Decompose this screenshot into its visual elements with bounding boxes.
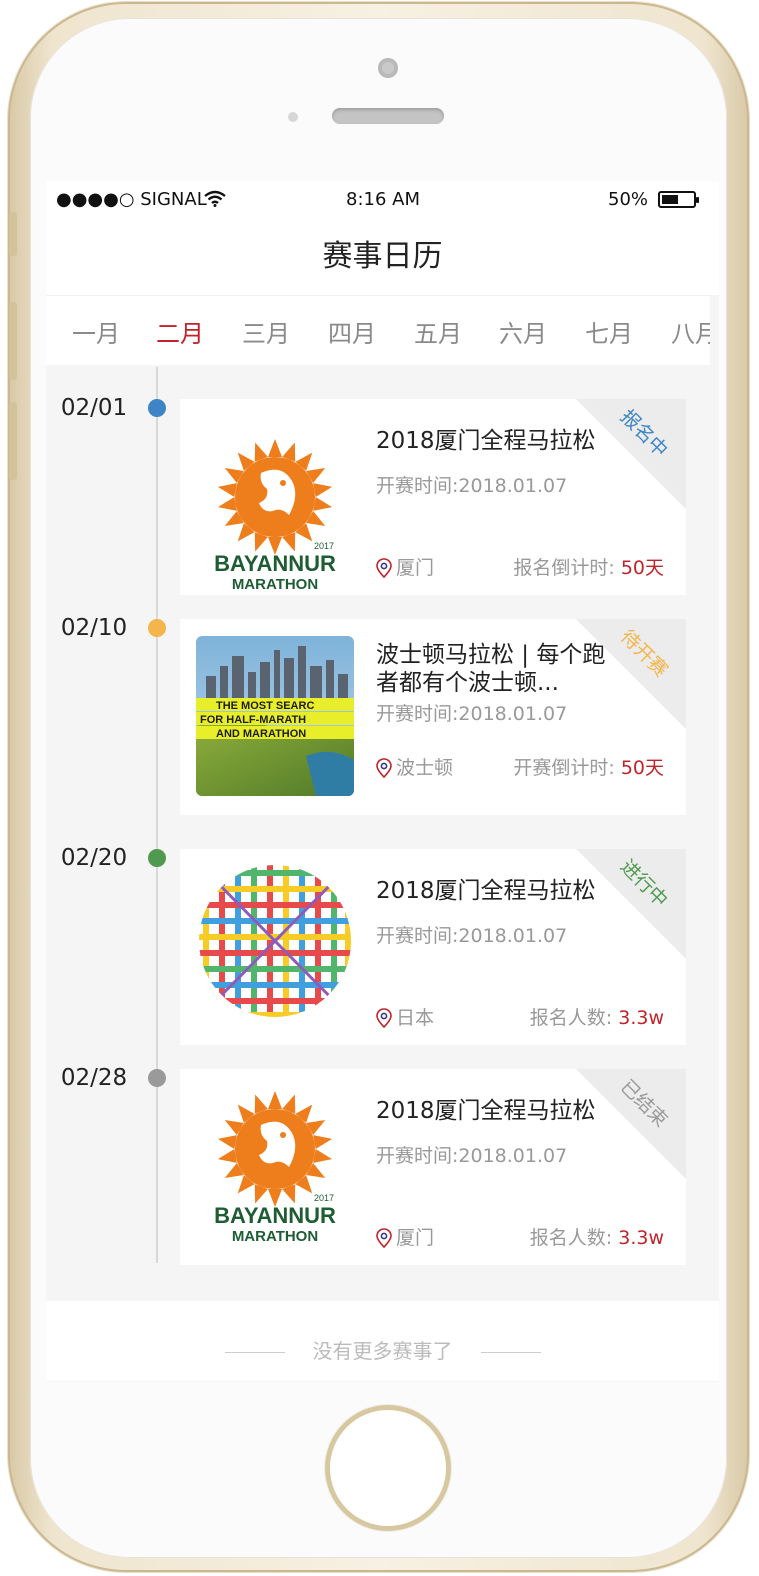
svg-text:2017: 2017 [314, 541, 334, 551]
event-start-time: 开赛时间:2018.01.07 [376, 925, 568, 947]
signal-indicator: ●●●●○ SIGNAL [56, 189, 207, 210]
event-date: 02/28 [60, 1065, 128, 1091]
tab-march[interactable]: 三月 [236, 314, 296, 349]
page-title: 赛事日历 [46, 217, 719, 295]
front-camera [378, 58, 398, 78]
tab-may[interactable]: 五月 [408, 314, 468, 349]
event-card[interactable]: 2017 BAYANNUR MARATHON 2018厦门全程马拉松 开赛时间:… [180, 1069, 686, 1265]
status-badge: 待开赛 [576, 619, 686, 729]
svg-text:MARATHON: MARATHON [232, 576, 318, 593]
event-location: 厦门 [376, 1223, 434, 1250]
status-badge: 已结束 [576, 1069, 686, 1179]
svg-text:FOR HALF-MARATH: FOR HALF-MARATH [200, 714, 306, 726]
tab-june[interactable]: 六月 [493, 314, 553, 349]
timeline-dot [148, 399, 166, 417]
timeline-dot [148, 619, 166, 637]
svg-text:BAYANNUR: BAYANNUR [214, 551, 336, 576]
timeline-line [156, 367, 158, 1263]
tab-january[interactable]: 一月 [66, 314, 126, 349]
home-button[interactable] [325, 1405, 451, 1531]
tab-july[interactable]: 七月 [579, 314, 639, 349]
battery-percent: 50% [608, 189, 649, 210]
event-date: 02/20 [60, 845, 128, 871]
event-location: 厦门 [376, 553, 434, 580]
event-card[interactable]: 2018厦门全程马拉松 开赛时间:2018.01.07 日本 报名人数: 3.3… [180, 849, 686, 1045]
mute-switch [9, 212, 17, 256]
svg-text:2017: 2017 [314, 1193, 334, 1203]
volume-up-button [9, 302, 17, 380]
event-start-time: 开赛时间:2018.01.07 [376, 475, 568, 497]
timeline-dot [148, 849, 166, 867]
tab-august[interactable]: 八月 [665, 314, 710, 349]
status-bar: ●●●●○ SIGNAL 8:16 AM 50% [46, 181, 719, 217]
event-card[interactable]: 2017 BAYANNUR MARATHON 2018厦门全程马拉松 开赛时间:… [180, 399, 686, 595]
bayannur-marathon-logo: 2017 BAYANNUR MARATHON [214, 439, 336, 593]
app-screen: ●●●●○ SIGNAL 8:16 AM 50% 赛事日历 一月 二月 三月 四… [46, 181, 719, 1382]
volume-down-button [9, 402, 17, 480]
svg-text:BAYANNUR: BAYANNUR [214, 1203, 336, 1228]
event-card[interactable]: THE MOST SEARC FOR HALF-MARATH AND MARAT… [180, 619, 686, 815]
location-pin-icon [376, 558, 392, 579]
tab-february[interactable]: 二月 [150, 314, 210, 349]
status-badge: 进行中 [576, 849, 686, 959]
end-of-list-message: 没有更多赛事了 [46, 1301, 719, 1381]
event-signups: 报名人数: 3.3w [529, 1227, 664, 1249]
event-signups: 报名人数: 3.3w [529, 1007, 664, 1029]
svg-text:THE MOST SEARC: THE MOST SEARC [216, 700, 314, 712]
event-location: 波士顿 [376, 753, 453, 780]
event-date: 02/10 [60, 615, 128, 641]
timeline-dot [148, 1069, 166, 1087]
event-date: 02/01 [60, 395, 128, 421]
event-start-time: 开赛时间:2018.01.07 [376, 1145, 568, 1167]
event-location: 日本 [376, 1003, 434, 1030]
event-countdown: 报名倒计时: 50天 [513, 557, 664, 579]
location-pin-icon [376, 1228, 392, 1249]
tab-april[interactable]: 四月 [322, 314, 382, 349]
location-pin-icon [376, 758, 392, 779]
bayannur-marathon-logo: 2017 BAYANNUR MARATHON [214, 1091, 336, 1245]
status-badge: 报名中 [576, 399, 686, 509]
event-start-time: 开赛时间:2018.01.07 [376, 703, 568, 725]
plaid-circle-logo [199, 865, 351, 1017]
status-time: 8:16 AM [346, 189, 420, 210]
location-pin-icon [376, 1008, 392, 1029]
month-tabs[interactable]: 一月 二月 三月 四月 五月 六月 七月 八月 [46, 295, 710, 365]
earpiece-speaker [332, 108, 444, 124]
wifi-icon [204, 190, 226, 207]
svg-text:AND MARATHON: AND MARATHON [216, 728, 306, 740]
event-countdown: 开赛倒计时: 50天 [513, 757, 664, 779]
battery-icon [658, 191, 699, 208]
svg-text:MARATHON: MARATHON [232, 1228, 318, 1245]
proximity-sensor [288, 112, 298, 122]
boston-city-photo: THE MOST SEARC FOR HALF-MARATH AND MARAT… [196, 636, 354, 796]
